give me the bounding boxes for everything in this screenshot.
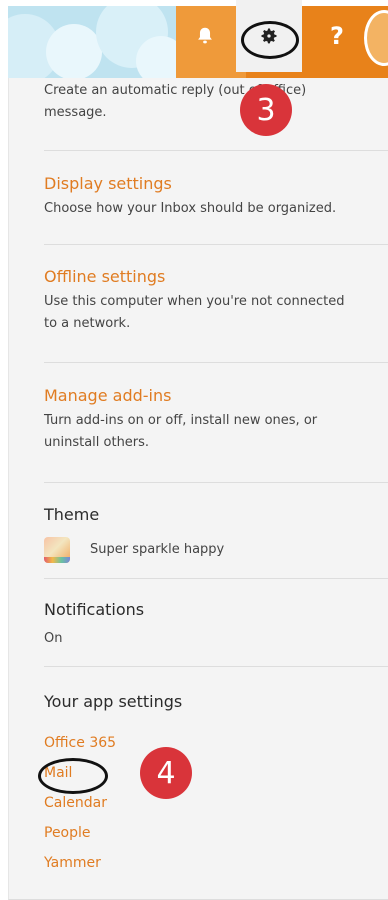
divider bbox=[44, 482, 388, 483]
divider bbox=[44, 150, 388, 151]
app-link-office-365[interactable]: Office 365 bbox=[44, 728, 388, 758]
step-3-badge: 3 bbox=[240, 84, 292, 136]
offline-settings-description-line2: to a network. bbox=[44, 316, 131, 331]
app-link-yammer[interactable]: Yammer bbox=[44, 848, 388, 878]
theme-banner bbox=[8, 6, 176, 78]
manage-addins-link[interactable]: Manage add-ins bbox=[44, 386, 388, 406]
auto-reply-description-line1: Create an automatic reply (out of office… bbox=[44, 83, 307, 98]
manage-addins-description-line1: Turn add-ins on or off, install new ones… bbox=[44, 413, 318, 428]
auto-reply-description-line2: message. bbox=[44, 105, 107, 120]
theme-name: Super sparkle happy bbox=[90, 542, 225, 557]
display-settings-section: Display settings Choose how your Inbox s… bbox=[44, 174, 388, 220]
notifications-section: Notifications On bbox=[44, 600, 388, 650]
divider bbox=[44, 362, 388, 363]
app-link-calendar[interactable]: Calendar bbox=[44, 788, 388, 818]
theme-heading: Theme bbox=[44, 505, 100, 524]
step-4-badge: 4 bbox=[140, 747, 192, 799]
gear-highlight-circle bbox=[241, 21, 299, 59]
bell-icon bbox=[198, 27, 212, 44]
theme-section: Theme Super sparkle happy bbox=[44, 505, 388, 563]
theme-swatch-icon bbox=[44, 537, 70, 563]
divider bbox=[44, 578, 388, 579]
help-icon: ? bbox=[330, 22, 344, 50]
help-button[interactable]: ? bbox=[304, 0, 370, 72]
notifications-heading: Notifications bbox=[44, 600, 145, 619]
mail-highlight-circle bbox=[38, 758, 108, 794]
theme-selector[interactable]: Super sparkle happy bbox=[44, 537, 388, 563]
divider bbox=[44, 666, 388, 667]
notifications-button[interactable] bbox=[172, 0, 238, 72]
app-link-people[interactable]: People bbox=[44, 818, 388, 848]
divider bbox=[44, 244, 388, 245]
manage-addins-section: Manage add-ins Turn add-ins on or off, i… bbox=[44, 386, 388, 454]
app-settings-heading: Your app settings bbox=[44, 692, 183, 711]
notifications-value[interactable]: On bbox=[44, 628, 388, 650]
display-settings-link[interactable]: Display settings bbox=[44, 174, 388, 194]
offline-settings-section: Offline settings Use this computer when … bbox=[44, 267, 388, 335]
manage-addins-description-line2: uninstall others. bbox=[44, 435, 150, 450]
auto-reply-section: Create an automatic reply (out of office… bbox=[44, 80, 388, 124]
offline-settings-description-line1: Use this computer when you're not connec… bbox=[44, 294, 345, 309]
display-settings-description: Choose how your Inbox should be organize… bbox=[44, 201, 337, 216]
offline-settings-link[interactable]: Offline settings bbox=[44, 267, 388, 287]
app-settings-list: Office 365 Mail Calendar People Yammer bbox=[44, 728, 388, 878]
